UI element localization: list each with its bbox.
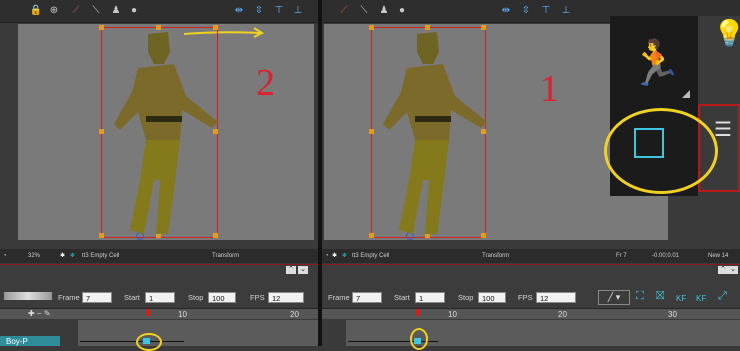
corner-triangle — [682, 90, 690, 98]
collapse-down-icon[interactable]: ⌄ — [728, 266, 738, 274]
flip-horizontal-icon[interactable]: ⇹ — [500, 4, 512, 16]
start-field[interactable]: 1 — [415, 292, 445, 303]
keyframe-line — [80, 341, 184, 342]
frame-field[interactable]: 7 — [82, 292, 112, 303]
layer-name: Boy-P — [6, 337, 28, 346]
frame-label: Frame — [328, 293, 350, 302]
collapse-down-icon[interactable]: ⌄ — [298, 266, 308, 274]
transform-handle[interactable] — [369, 25, 374, 30]
character-figure[interactable] — [108, 30, 220, 234]
fps-field[interactable]: 12 — [268, 292, 304, 303]
tool-circle-annotation — [604, 108, 718, 194]
keyframe-marker[interactable] — [143, 338, 150, 344]
left-toolbar: 🔒 ⊕ ⟋ ⟍ ♟ ● ⇹ ⇳ ⊤ ⊥ — [0, 0, 318, 23]
flip-vertical-icon[interactable]: ⇳ — [520, 4, 532, 16]
keyframe-remove-icon[interactable]: ⛝ — [656, 290, 664, 303]
timeline-track — [78, 320, 318, 346]
divider-line — [322, 264, 740, 265]
frame-field[interactable]: 7 — [352, 292, 382, 303]
keyframe-add-icon[interactable]: ⛶ — [636, 290, 644, 303]
cell-label: tt3 Empty Cell — [352, 253, 390, 259]
timeline-controls[interactable]: ✚ − ✎ — [28, 309, 51, 318]
line-icon[interactable]: ⟍ — [90, 4, 102, 16]
mode-label: Transform — [212, 253, 240, 259]
drop-icon[interactable]: ● — [396, 4, 408, 16]
tangent-icon[interactable]: ⤢ — [718, 290, 727, 303]
drop-icon[interactable]: ● — [128, 4, 140, 16]
align-bottom-icon[interactable]: ⊥ — [292, 4, 304, 16]
right-playback-controls: ⌃ ⌄ Frame 7 Start 1 Stop 100 FPS 12 ╱ ▾ … — [322, 266, 740, 309]
stamp-icon[interactable]: ♟ — [110, 4, 122, 16]
zoom-icon[interactable]: ◔ — [325, 249, 329, 263]
playhead[interactable] — [416, 309, 420, 316]
left-status-bar: ◔ 32% ✱ ❄ tt3 Empty Cell Transform — [0, 249, 318, 263]
layer-row[interactable]: Boy-P — [0, 336, 60, 346]
step-number: 1 — [540, 68, 559, 110]
unlock-icon[interactable]: ⊕ — [48, 4, 60, 16]
collapse-up-icon[interactable]: ⌃ — [286, 266, 296, 274]
flip-horizontal-icon[interactable]: ⇹ — [233, 4, 245, 16]
fps-label: FPS — [518, 293, 533, 302]
menu-icon[interactable]: ☰ — [714, 120, 738, 140]
ruler-tick-10: 10 — [448, 310, 457, 319]
new-readout: New 14 — [708, 253, 729, 259]
frame-label: Frame — [58, 293, 80, 302]
start-label: Start — [394, 293, 410, 302]
brush-icon[interactable]: ⟋ — [70, 4, 82, 16]
stop-field[interactable]: 100 — [478, 292, 506, 303]
start-label: Start — [124, 293, 140, 302]
coords-readout: -0.00;0.01 — [652, 253, 680, 259]
transform-handle[interactable] — [369, 129, 374, 134]
snowflake-icon[interactable]: ❄ — [70, 249, 75, 263]
transform-handle[interactable] — [99, 25, 104, 30]
kf-button[interactable]: KF — [696, 294, 706, 303]
fps-field[interactable]: 12 — [536, 292, 576, 303]
timeline-track — [346, 320, 740, 346]
ruler-tick-20: 20 — [558, 310, 567, 319]
running-figure-icon[interactable]: 🏃 — [628, 42, 683, 86]
transform-handle[interactable] — [99, 129, 104, 134]
transform-handle[interactable] — [369, 233, 374, 238]
transform-handle[interactable] — [99, 233, 104, 238]
collapse-up-icon[interactable]: ⌃ — [718, 266, 728, 274]
start-field[interactable]: 1 — [145, 292, 175, 303]
right-status-bar: ◔ ✱ ❄ tt3 Empty Cell Transform Fr 7 -0.0… — [322, 249, 740, 263]
align-top-icon[interactable]: ⊤ — [540, 4, 552, 16]
stamp-icon[interactable]: ♟ — [378, 4, 390, 16]
align-bottom-icon[interactable]: ⊥ — [560, 4, 572, 16]
align-top-icon[interactable]: ⊤ — [273, 4, 285, 16]
left-playback-controls: ⌃ ⌄ Frame 7 Start 1 Stop 100 FPS 12 — [0, 266, 318, 309]
snowflake-icon[interactable]: ❄ — [342, 249, 347, 263]
mode-label: Transform — [482, 253, 510, 259]
ruler-tick-10: 10 — [178, 310, 187, 319]
frame-readout: Fr 7 — [616, 253, 627, 259]
stop-label: Stop — [188, 293, 204, 302]
cell-label: tt3 Empty Cell — [82, 253, 120, 259]
line-style-dropdown[interactable]: ╱ ▾ — [598, 290, 630, 305]
zoom-level[interactable]: 32% — [28, 249, 40, 263]
fps-label: FPS — [250, 293, 265, 302]
gear-icon[interactable]: ✱ — [332, 249, 337, 263]
character-figure[interactable] — [377, 30, 489, 234]
lock-icon[interactable]: 🔒 — [30, 4, 42, 16]
step-number: 2 — [256, 62, 275, 104]
keyframe-marker[interactable] — [414, 338, 421, 344]
stop-field[interactable]: 100 — [208, 292, 236, 303]
zoom-icon[interactable]: ◔ — [3, 249, 7, 263]
onion-skin-bar[interactable] — [4, 292, 52, 300]
left-timeline-ruler: ✚ − ✎ 10 20 — [0, 309, 318, 319]
brush-icon[interactable]: ⟋ — [338, 4, 350, 16]
lightbulb-icon[interactable]: 💡 — [713, 18, 740, 49]
line-icon[interactable]: ⟍ — [358, 4, 370, 16]
tool-inset: 💡 🏃 ☰ — [604, 16, 740, 196]
kf-button[interactable]: KF — [676, 294, 686, 303]
stop-label: Stop — [458, 293, 474, 302]
ruler-tick-30: 30 — [668, 310, 677, 319]
flip-vertical-icon[interactable]: ⇳ — [253, 4, 265, 16]
playhead[interactable] — [146, 309, 150, 316]
ruler-tick-20: 20 — [290, 310, 299, 319]
divider-line — [0, 264, 318, 265]
gear-icon[interactable]: ✱ — [60, 249, 65, 263]
right-timeline-ruler: 10 20 30 — [322, 309, 740, 319]
